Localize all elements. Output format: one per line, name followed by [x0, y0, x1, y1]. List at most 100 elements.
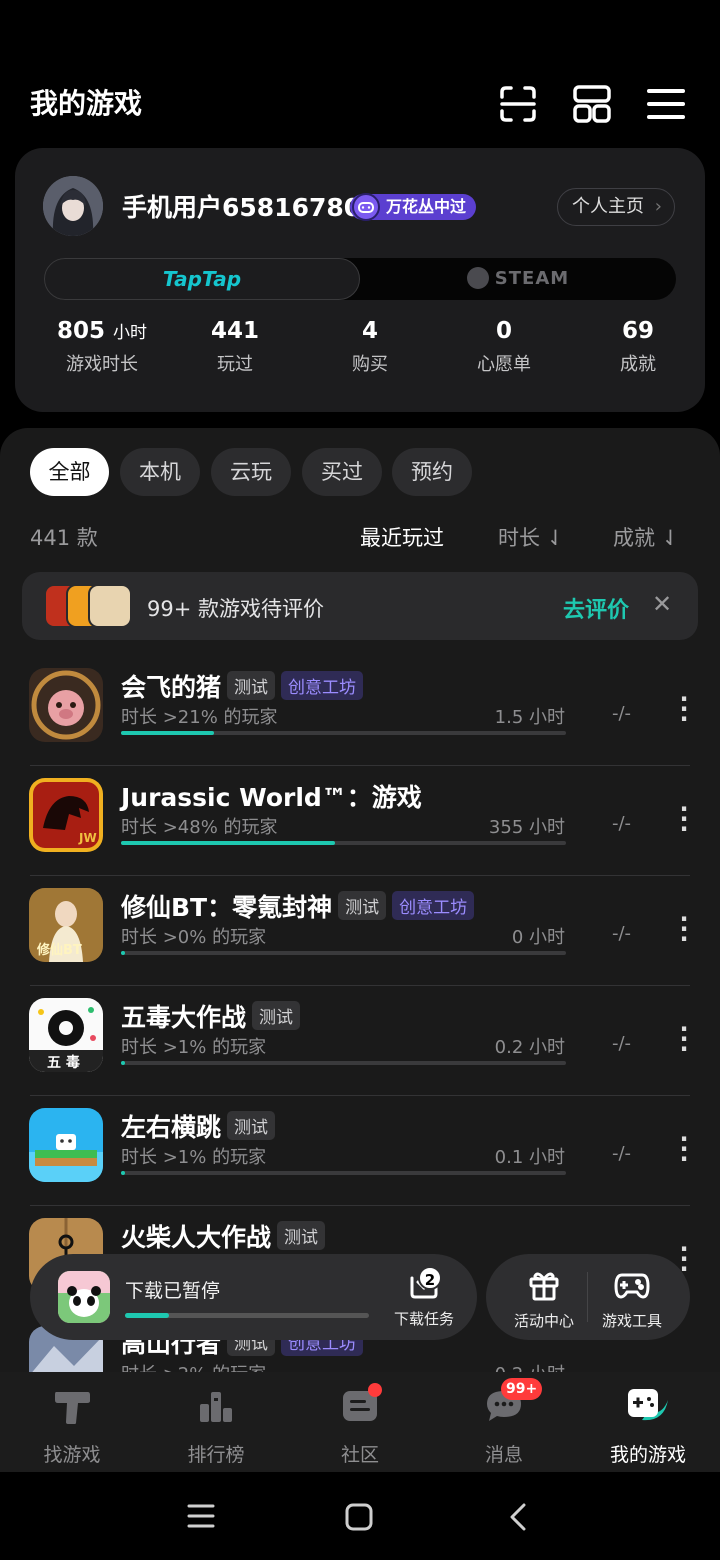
- stat-value: 69: [621, 318, 654, 344]
- game-achievement: -/-: [612, 1033, 632, 1054]
- review-game-thumb: [88, 584, 132, 628]
- download-count-badge: 2: [418, 1266, 442, 1290]
- download-status: 下载已暂停: [125, 1280, 221, 1302]
- back-icon[interactable]: [506, 1502, 530, 1536]
- system-nav-bar: [0, 1472, 720, 1560]
- game-percentile: 时长 >21% 的玩家: [121, 707, 278, 728]
- filter-tab-bought[interactable]: 买过: [302, 448, 382, 496]
- filter-tab-all[interactable]: 全部: [30, 448, 109, 496]
- nav-item-my-games[interactable]: 我的游戏: [576, 1386, 720, 1467]
- scan-icon[interactable]: [498, 84, 538, 124]
- filter-tab-reserved[interactable]: 预约: [392, 448, 472, 496]
- profile-card: 手机用户65816780 万花丛中过 个人主页 › TapTap STEAM 8…: [15, 148, 705, 412]
- tool-label: 游戏工具: [601, 1312, 662, 1330]
- game-icon: [29, 1108, 103, 1182]
- stat-value: 805 小时: [56, 318, 148, 344]
- more-options-icon[interactable]: · · ·: [672, 907, 696, 951]
- tag-workshop: 创意工坊: [392, 891, 475, 920]
- my-games-icon: [628, 1389, 668, 1421]
- nav-item-ranking[interactable]: 排行榜: [144, 1386, 288, 1467]
- filter-tab-local[interactable]: 本机: [120, 448, 200, 496]
- stat-playtime[interactable]: 805 小时 游戏时长: [37, 318, 167, 376]
- game-achievement: -/-: [612, 923, 632, 944]
- review-text: 99+ 款游戏待评价: [147, 597, 324, 621]
- achievement-badge[interactable]: 万花丛中过: [350, 193, 477, 221]
- stat-played[interactable]: 441 玩过: [170, 318, 300, 376]
- more-options-icon[interactable]: · · ·: [672, 1017, 696, 1061]
- grid-layout-icon[interactable]: [572, 84, 612, 124]
- game-achievement: -/-: [612, 703, 632, 724]
- menu-icon[interactable]: [646, 84, 686, 124]
- more-options-icon[interactable]: · · ·: [672, 1127, 696, 1171]
- stat-unit: 小时: [113, 323, 148, 343]
- gamepad-badge-icon: [352, 193, 380, 221]
- list-item[interactable]: 五 毒 五毒大作战 测试 时长 >1% 的玩家 0.2 小时 -/- · · ·: [0, 986, 720, 1096]
- more-options-icon[interactable]: · · ·: [672, 687, 696, 731]
- game-achievement: -/-: [612, 813, 632, 834]
- game-percentile: 时长 >48% 的玩家: [121, 817, 278, 838]
- stat-purchased[interactable]: 4 购买: [305, 318, 435, 376]
- game-hours: 1.5 小时: [494, 707, 565, 728]
- stat-value: 4: [361, 318, 378, 344]
- badge-label: 万花丛中过: [386, 197, 467, 216]
- page-title: 我的游戏: [30, 87, 143, 120]
- list-item[interactable]: 会飞的猪 测试 创意工坊 时长 >21% 的玩家 1.5 小时 -/- · · ·: [0, 656, 720, 766]
- profile-homepage-button[interactable]: 个人主页 ›: [557, 188, 675, 226]
- download-game-icon: [58, 1271, 110, 1323]
- game-icon: 修仙BT: [29, 888, 103, 962]
- game-percentile: 时长 >1% 的玩家: [121, 1037, 267, 1058]
- activity-center-button[interactable]: 活动中心: [500, 1268, 588, 1331]
- nav-label: 我的游戏: [609, 1444, 686, 1466]
- nav-item-find-games[interactable]: 找游戏: [0, 1386, 144, 1467]
- more-options-icon[interactable]: · · ·: [672, 797, 696, 841]
- taptap-logo-icon: [55, 1392, 90, 1424]
- home-icon[interactable]: [344, 1502, 374, 1536]
- filter-tab-cloud[interactable]: 云玩: [211, 448, 291, 496]
- game-title: 修仙BT：零氪封神 测试 创意工坊: [121, 888, 475, 924]
- nav-item-messages[interactable]: 消息: [432, 1386, 576, 1467]
- playtime-progress: [121, 731, 566, 735]
- nav-label: 找游戏: [43, 1444, 101, 1466]
- game-icon: JW: [29, 778, 103, 852]
- review-banner: 99+ 款游戏待评价 去评价 ✕: [22, 572, 698, 640]
- svg-text:修仙BT: 修仙BT: [36, 942, 82, 958]
- stat-achievements[interactable]: 69 成就: [573, 318, 703, 376]
- avatar[interactable]: [43, 176, 103, 236]
- svg-text:JW: JW: [78, 831, 97, 845]
- game-count: 441 款: [30, 526, 98, 550]
- game-hours: 355 小时: [488, 817, 565, 838]
- sort-achievement[interactable]: 成就 ⇃: [613, 522, 679, 552]
- list-item[interactable]: 左右横跳 测试 时长 >1% 的玩家 0.1 小时 -/- · · ·: [0, 1096, 720, 1206]
- stat-wishlist[interactable]: 0 心愿单: [439, 318, 569, 376]
- sort-recent[interactable]: 最近玩过: [360, 522, 444, 552]
- download-bar[interactable]: 下载已暂停 下载任务 2: [30, 1254, 477, 1340]
- stat-label: 玩过: [217, 354, 253, 375]
- messages-badge: 99+: [501, 1378, 543, 1400]
- tab-taptap[interactable]: TapTap: [44, 258, 360, 300]
- nav-item-community[interactable]: 社区: [288, 1386, 432, 1467]
- stat-value: 0: [495, 318, 512, 344]
- tag-test: 测试: [277, 1221, 326, 1250]
- tag-test: 测试: [252, 1001, 301, 1030]
- ranking-icon: [200, 1392, 232, 1422]
- game-achievement: -/-: [612, 1143, 632, 1164]
- tag-test: 测试: [338, 891, 387, 920]
- recent-apps-icon[interactable]: [186, 1502, 216, 1534]
- tab-steam[interactable]: STEAM: [360, 258, 676, 300]
- sort-duration[interactable]: 时长 ⇃: [498, 522, 564, 552]
- game-icon: 五 毒: [29, 998, 103, 1072]
- review-button[interactable]: 去评价: [563, 592, 629, 624]
- list-item[interactable]: JW Jurassic World™：游戏 时长 >48% 的玩家 355 小时…: [0, 766, 720, 876]
- tag-test: 测试: [227, 671, 276, 700]
- list-item[interactable]: 修仙BT 修仙BT：零氪封神 测试 创意工坊 时长 >0% 的玩家 0 小时 -/-…: [0, 876, 720, 986]
- download-task-label: 下载任务: [393, 1310, 454, 1328]
- stat-label: 游戏时长: [66, 354, 138, 375]
- game-icon: [29, 668, 103, 742]
- game-tools-button[interactable]: 游戏工具: [588, 1268, 676, 1331]
- game-hours: 0.1 小时: [494, 1147, 565, 1168]
- svg-text:五 毒: 五 毒: [47, 1054, 80, 1071]
- game-title: Jurassic World™：游戏: [121, 783, 422, 812]
- close-icon[interactable]: ✕: [652, 590, 672, 618]
- stat-value: 441: [210, 318, 259, 344]
- tag-workshop: 创意工坊: [281, 671, 364, 700]
